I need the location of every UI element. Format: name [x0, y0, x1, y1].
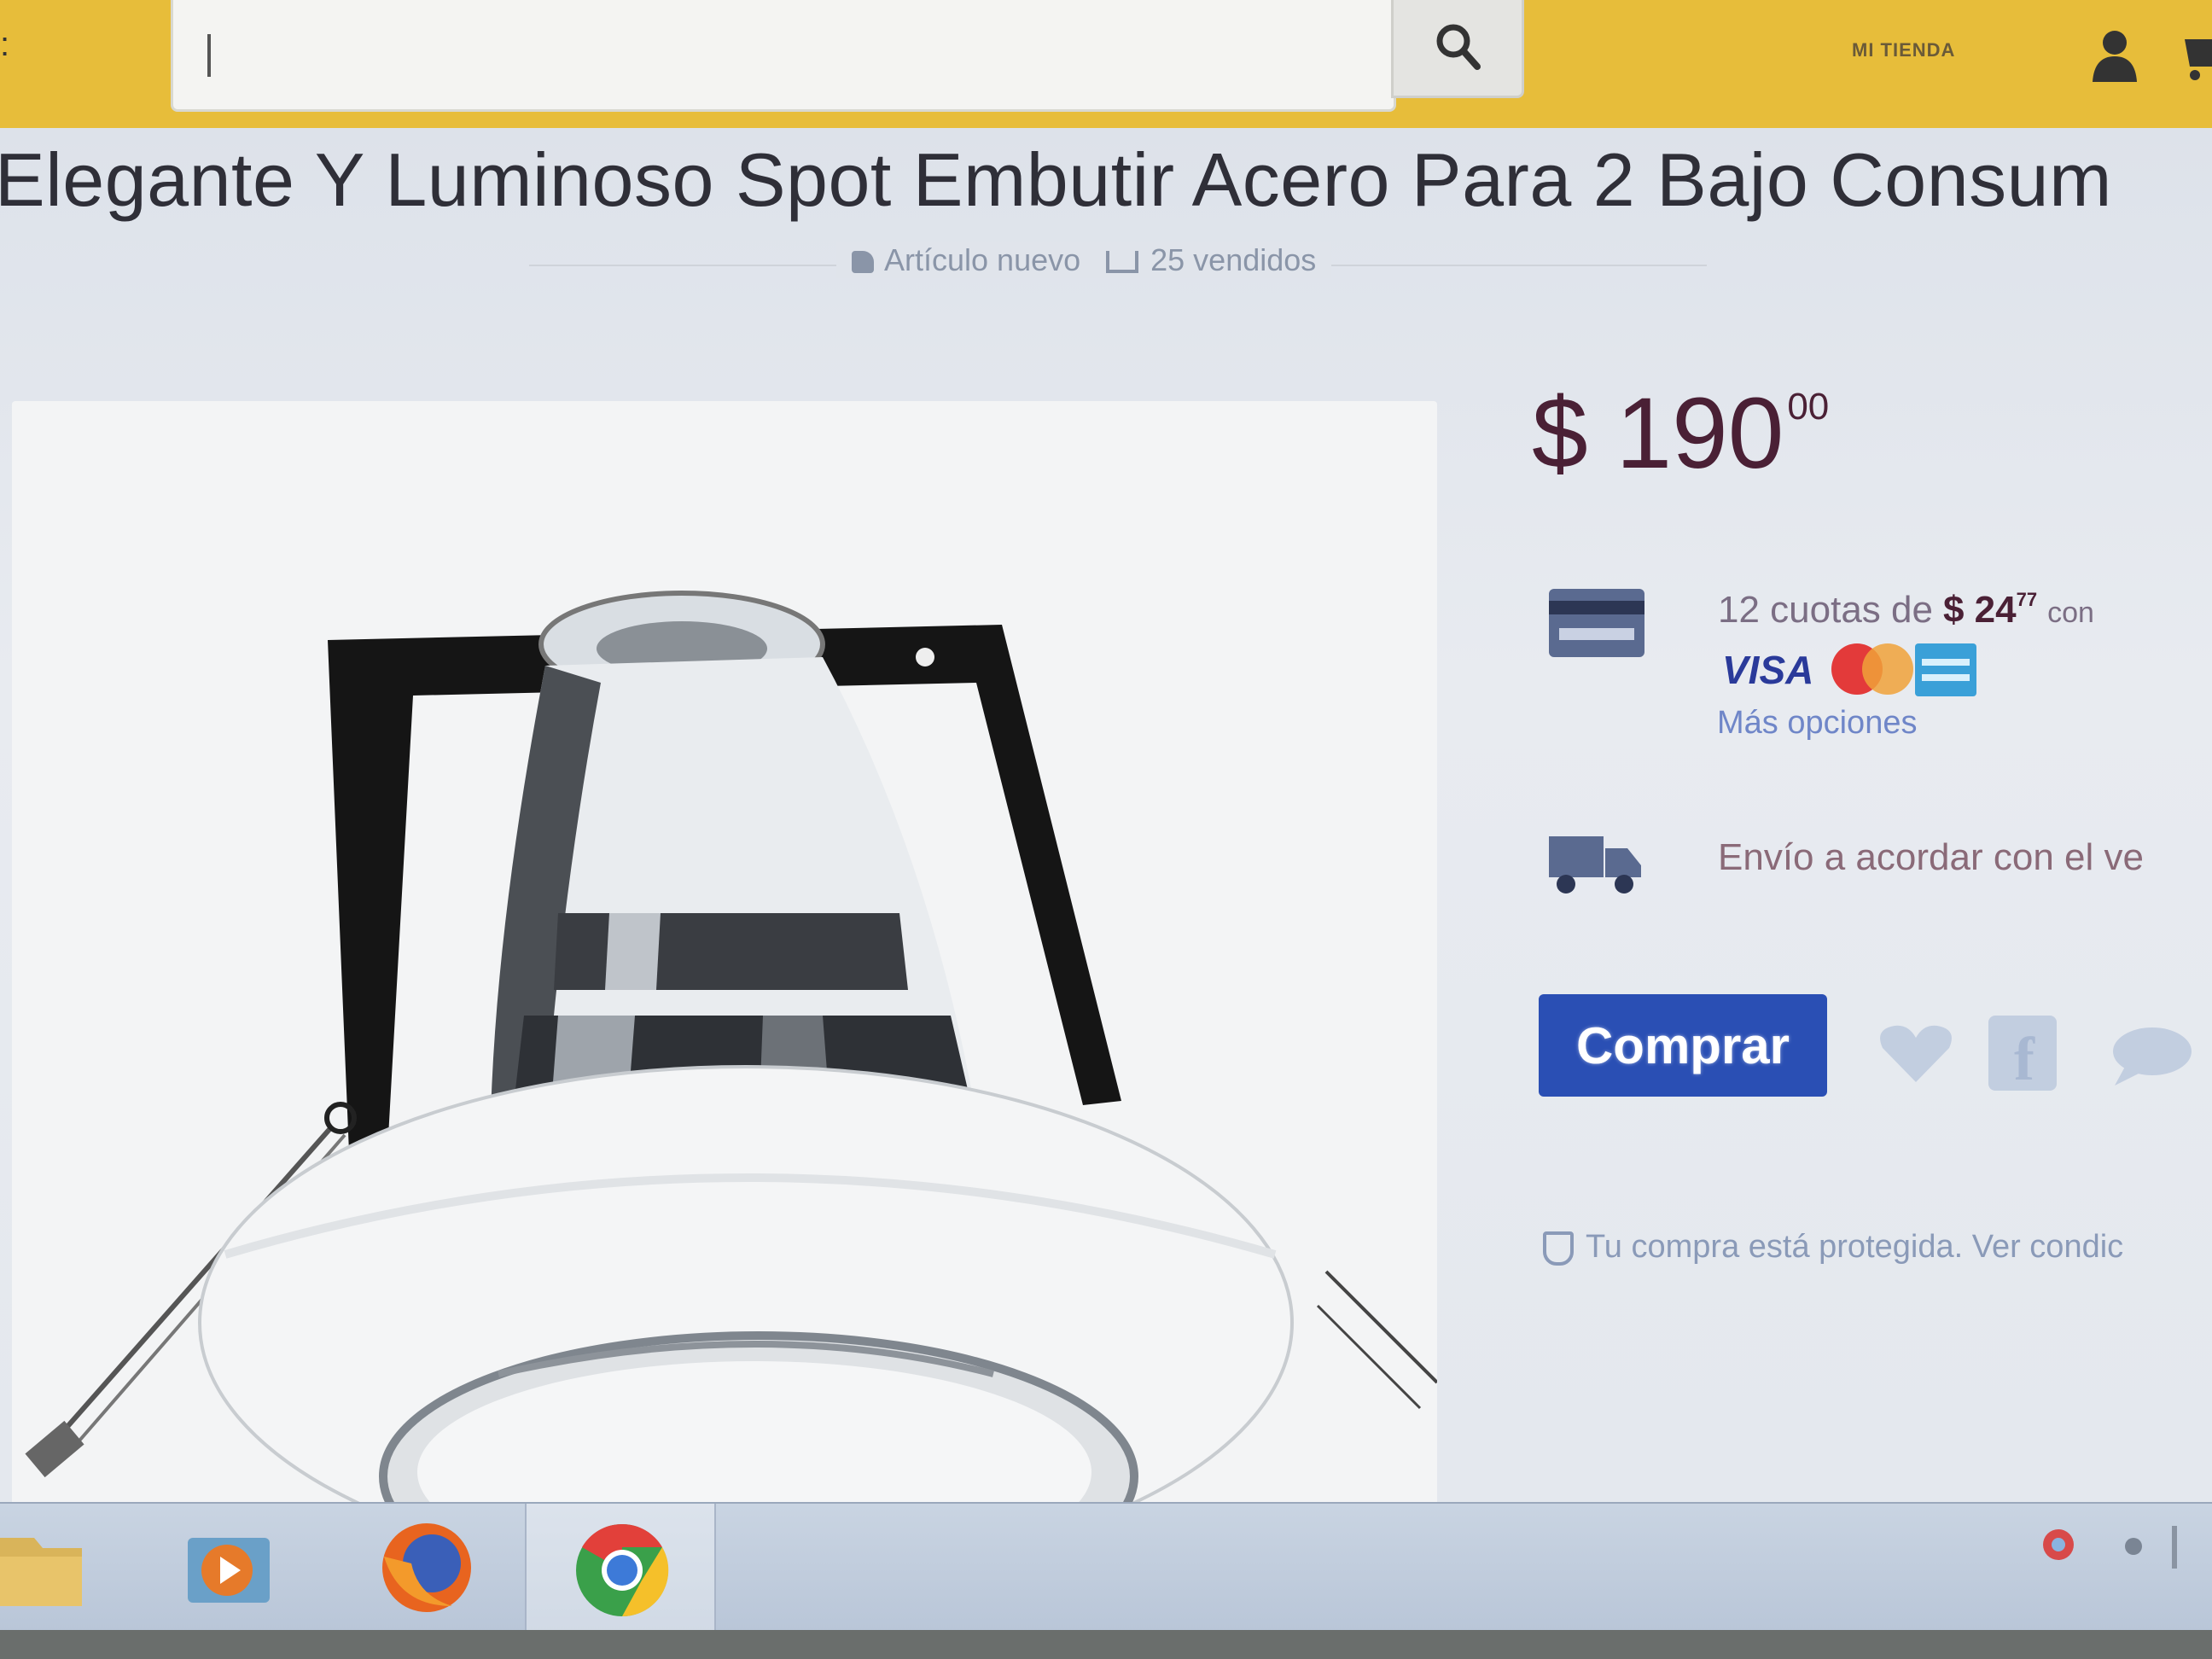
tag-icon [852, 251, 874, 274]
search-button[interactable] [1391, 0, 1524, 98]
mastercard-logo [1831, 643, 1913, 695]
favorite-heart-icon[interactable] [1877, 1022, 1954, 1084]
card-line [1559, 628, 1634, 640]
product-title: Elegante Y Luminoso Spot Embutir Acero P… [0, 137, 2112, 222]
installments-amount: $ 2477 [1943, 589, 2037, 631]
product-page: Elegante Y Luminoso Spot Embutir Acero P… [0, 128, 2212, 1630]
shipping-info: Envío a acordar con el ve [1718, 836, 2144, 878]
visa-logo: VISA [1722, 648, 1814, 692]
media-player-icon [188, 1538, 270, 1603]
card-stripe [1549, 601, 1644, 614]
search-icon [1436, 24, 1481, 70]
price: $ 19000 [1532, 375, 1829, 492]
price-cents: 00 [1787, 386, 1830, 428]
taskbar-firefox[interactable] [358, 1504, 504, 1632]
windows-taskbar [0, 1502, 2212, 1632]
amex-logo [1915, 643, 1976, 696]
price-currency: $ [1532, 377, 1588, 490]
purchase-protection-note[interactable]: Tu compra está protegida. Ver condic [1543, 1229, 2123, 1266]
more-options-link[interactable]: Más opciones [1717, 705, 1917, 742]
facebook-share-icon[interactable]: f [1988, 1016, 2057, 1093]
installments-cents: 77 [2016, 589, 2038, 610]
menu-glyph: : [0, 26, 10, 63]
buy-button[interactable]: Comprar [1539, 994, 1827, 1097]
installments-value: $ 24 [1942, 589, 2017, 631]
protection-text: Tu compra está protegida. Ver condic [1586, 1229, 2124, 1265]
taskbar-media-player[interactable] [179, 1504, 282, 1632]
price-amount: 190 [1615, 377, 1784, 490]
account-label[interactable]: MI TIENDA [1852, 39, 1955, 61]
installments-text: 12 cuotas de [1718, 589, 1933, 631]
monitor-bezel [0, 1630, 2212, 1659]
product-meta: Artículo nuevo 25 vendidos [836, 242, 1332, 278]
cart-icon[interactable] [2185, 29, 2212, 82]
user-icon[interactable] [2091, 29, 2139, 82]
taskbar-chrome[interactable] [525, 1504, 716, 1632]
truck-icon [1549, 836, 1641, 894]
amex-line-bottom [1922, 674, 1970, 681]
condition-label: Artículo nuevo [884, 242, 1081, 277]
sold-cart-icon [1106, 251, 1139, 274]
ask-question-chat-icon[interactable] [2108, 1026, 2193, 1087]
facebook-f-glyph: f [2014, 1025, 2034, 1093]
header-bar: : MI TIENDA [0, 0, 2212, 128]
chrome-icon [576, 1523, 669, 1617]
credit-card-icon [1549, 589, 1644, 657]
installments-suffix: con [2047, 597, 2094, 629]
product-image[interactable] [12, 401, 1437, 1630]
sold-count: 25 vendidos [1150, 242, 1317, 277]
recessed-spotlight-image [25, 591, 1437, 1621]
mastercard-orange-circle [1862, 643, 1913, 695]
taskbar-explorer[interactable] [0, 1504, 94, 1632]
search-input[interactable] [171, 0, 1396, 112]
shield-icon [1543, 1231, 1574, 1266]
firefox-icon [382, 1523, 471, 1612]
installments-info: 12 cuotas de $ 2477 con [1718, 589, 2094, 632]
text-caret [207, 34, 211, 77]
system-tray[interactable] [2023, 1511, 2212, 1613]
folder-icon [0, 1538, 82, 1606]
amex-line-top [1922, 659, 1970, 666]
